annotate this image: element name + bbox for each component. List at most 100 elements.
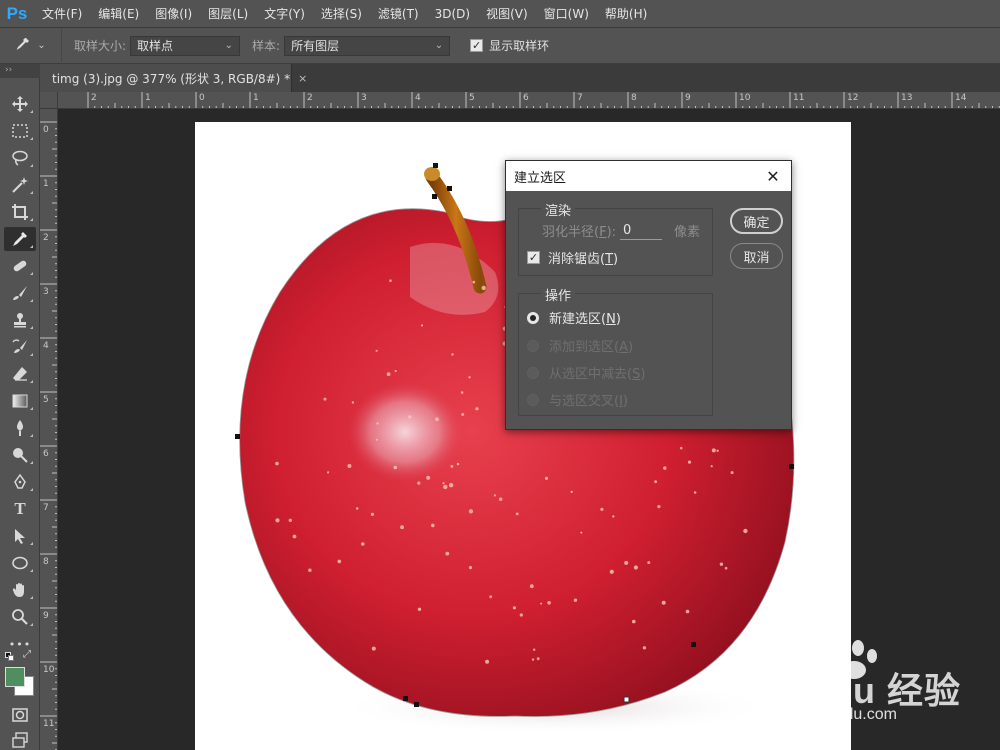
cancel-button[interactable]: 取消 bbox=[730, 243, 783, 269]
vertical-ruler[interactable]: 0 1 2 3 4 5 6 7 8 9 10 11 bbox=[40, 109, 58, 750]
ruler-label: 13 bbox=[901, 93, 913, 103]
menu-help[interactable]: 帮助(H) bbox=[597, 0, 655, 28]
clone-stamp-tool-icon[interactable] bbox=[4, 308, 36, 332]
quick-mask-icon[interactable] bbox=[4, 703, 36, 727]
render-group-label: 渲染 bbox=[541, 200, 576, 219]
baidu-jingyan-watermark: Bai du 经验 jingyan.baidu.com bbox=[760, 640, 990, 730]
chevron-down-icon: ⌄ bbox=[434, 40, 444, 51]
ruler-label: 8 bbox=[43, 557, 49, 567]
ruler-label: 7 bbox=[577, 93, 583, 103]
feather-unit: 像素 bbox=[674, 225, 701, 240]
ellipse-tool-icon[interactable] bbox=[4, 551, 36, 575]
path-selection-tool-icon[interactable] bbox=[4, 524, 36, 548]
radio-button-disabled bbox=[527, 366, 539, 379]
close-icon[interactable]: ✕ bbox=[763, 167, 783, 186]
photoshop-window: Ps 文件(F) 编辑(E) 图像(I) 图层(L) 文字(Y) 选择(S) 滤… bbox=[0, 0, 1000, 750]
radio-button-selected[interactable] bbox=[527, 311, 539, 324]
ruler-label: 2 bbox=[307, 93, 313, 103]
sample-value: 所有图层 bbox=[291, 39, 340, 53]
menu-select[interactable]: 选择(S) bbox=[313, 0, 370, 28]
ruler-label: 4 bbox=[43, 341, 49, 351]
menu-filter[interactable]: 滤镜(T) bbox=[370, 0, 427, 28]
default-colors-icon[interactable] bbox=[5, 652, 15, 662]
ruler-label: 5 bbox=[43, 395, 49, 405]
sample-label: 样本: bbox=[252, 39, 281, 53]
ruler-label: 9 bbox=[685, 93, 691, 103]
gradient-tool-icon[interactable] bbox=[4, 389, 36, 413]
document-tab-title: timg (3).jpg @ 377% (形状 3, RGB/8#) * bbox=[52, 71, 291, 86]
menu-bar: Ps 文件(F) 编辑(E) 图像(I) 图层(L) 文字(Y) 选择(S) 滤… bbox=[0, 0, 1000, 28]
op-label: 从选区中减去(S) bbox=[549, 367, 646, 382]
antialias-checkbox[interactable]: ✓ bbox=[527, 251, 540, 264]
menu-window[interactable]: 窗口(W) bbox=[536, 0, 597, 28]
ruler-label: 10 bbox=[43, 665, 55, 675]
foreground-color-swatch[interactable] bbox=[5, 667, 25, 687]
menu-view[interactable]: 视图(V) bbox=[478, 0, 536, 28]
dodge-tool-icon[interactable] bbox=[4, 443, 36, 467]
blur-tool-icon[interactable] bbox=[4, 416, 36, 440]
menu-file[interactable]: 文件(F) bbox=[34, 0, 90, 28]
sample-size-label: 取样大小: bbox=[74, 39, 127, 53]
op-label: 添加到选区(A) bbox=[549, 340, 634, 355]
history-brush-tool-icon[interactable] bbox=[4, 335, 36, 359]
chevron-down-icon: ⌄ bbox=[224, 40, 234, 51]
brush-tool-icon[interactable] bbox=[4, 281, 36, 305]
type-tool-icon[interactable]: T bbox=[4, 497, 36, 521]
op-add-to-selection: 添加到选区(A) bbox=[527, 336, 633, 355]
vertical-ruler-ticks bbox=[40, 121, 57, 750]
pen-tool-icon[interactable] bbox=[4, 470, 36, 494]
ruler-label: 12 bbox=[847, 93, 859, 103]
ruler-label: 1 bbox=[145, 93, 151, 103]
ruler-label: 8 bbox=[631, 93, 637, 103]
ruler-label: 2 bbox=[91, 93, 97, 103]
show-ring-label: 显示取样环 bbox=[489, 39, 550, 53]
radio-button-disabled bbox=[527, 339, 539, 352]
show-ring-checkbox[interactable]: ✓ bbox=[470, 39, 484, 52]
op-label: 与选区交叉(I) bbox=[549, 394, 628, 409]
magic-wand-tool-icon[interactable] bbox=[4, 173, 36, 197]
eyedropper-tool-icon[interactable] bbox=[4, 227, 36, 251]
horizontal-ruler[interactable]: 2 1 0 1 2 3 4 5 6 7 8 9 10 11 12 13 14 bbox=[58, 92, 1000, 109]
antialias-option[interactable]: ✓ 消除锯齿(T) bbox=[527, 248, 618, 267]
show-sampling-ring-option[interactable]: ✓ 显示取样环 bbox=[470, 37, 549, 54]
dialog-title-bar[interactable]: 建立选区 ✕ bbox=[506, 161, 791, 191]
zoom-tool-icon[interactable] bbox=[4, 605, 36, 629]
op-subtract-from-selection: 从选区中减去(S) bbox=[527, 363, 645, 382]
ok-button[interactable]: 确定 bbox=[730, 208, 783, 234]
feather-radius-input[interactable]: 0 bbox=[620, 222, 663, 240]
hand-tool-icon[interactable] bbox=[4, 578, 36, 602]
menu-layer[interactable]: 图层(L) bbox=[200, 0, 256, 28]
ruler-origin[interactable] bbox=[40, 92, 58, 109]
radio-button-disabled bbox=[527, 393, 539, 406]
ruler-label: 0 bbox=[43, 125, 49, 135]
tool-preset-picker[interactable]: ⌄ bbox=[0, 27, 62, 64]
menu-type[interactable]: 文字(Y) bbox=[256, 0, 313, 28]
ruler-label: 9 bbox=[43, 611, 49, 621]
ruler-label: 11 bbox=[43, 719, 55, 729]
ruler-label: 4 bbox=[415, 93, 421, 103]
document-tab[interactable]: timg (3).jpg @ 377% (形状 3, RGB/8#) * × bbox=[40, 64, 307, 92]
swap-colors-icon[interactable]: ⤢ bbox=[23, 649, 31, 660]
crop-tool-icon[interactable] bbox=[4, 200, 36, 224]
ruler-label: 1 bbox=[253, 93, 259, 103]
eraser-tool-icon[interactable] bbox=[4, 362, 36, 386]
watermark-url: jingyan.baidu.com bbox=[768, 706, 897, 723]
sample-select[interactable]: 所有图层 ⌄ bbox=[284, 35, 451, 56]
menu-3d[interactable]: 3D(D) bbox=[427, 0, 478, 28]
ruler-label: 3 bbox=[361, 93, 367, 103]
menu-edit[interactable]: 编辑(E) bbox=[90, 0, 147, 28]
feather-radius-row: 羽化半径(F): 0 像素 bbox=[542, 221, 701, 241]
panel-collapse-toggle[interactable]: ›› bbox=[0, 64, 40, 78]
op-new-selection[interactable]: 新建选区(N) bbox=[527, 308, 621, 327]
feather-label: 羽化半径(F): bbox=[542, 225, 617, 240]
lasso-tool-icon[interactable] bbox=[4, 146, 36, 170]
menu-image[interactable]: 图像(I) bbox=[147, 0, 200, 28]
sample-size-select[interactable]: 取样点 ⌄ bbox=[130, 35, 241, 56]
screen-mode-icon[interactable] bbox=[4, 728, 36, 750]
tools-panel: T ••• ⤢ bbox=[0, 78, 40, 750]
close-icon[interactable]: × bbox=[298, 72, 307, 85]
move-tool-icon[interactable] bbox=[4, 92, 36, 116]
ruler-label: 2 bbox=[43, 233, 49, 243]
marquee-tool-icon[interactable] bbox=[4, 119, 36, 143]
healing-brush-tool-icon[interactable] bbox=[4, 254, 36, 278]
